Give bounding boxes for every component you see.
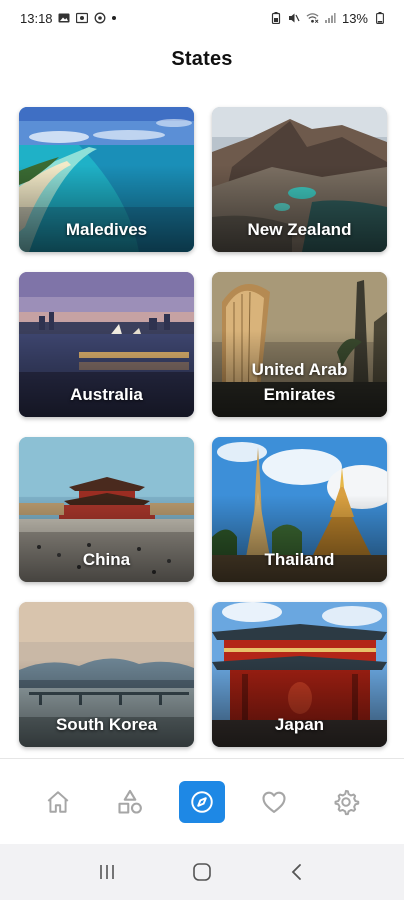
bottom-nav bbox=[0, 758, 404, 844]
nav-home[interactable] bbox=[35, 781, 81, 823]
nav-settings[interactable] bbox=[323, 781, 369, 823]
battery-icon bbox=[373, 12, 386, 25]
destination-card-china[interactable]: China bbox=[19, 437, 194, 582]
compass-icon bbox=[191, 790, 213, 813]
destination-name: South Korea bbox=[55, 715, 158, 734]
destination-name: Thailand bbox=[264, 550, 335, 569]
home-icon bbox=[47, 790, 69, 813]
home-button-icon bbox=[193, 863, 211, 881]
status-time: 13:18 bbox=[20, 10, 53, 26]
destination-name: Japan bbox=[274, 715, 325, 734]
shapes-icon bbox=[118, 789, 142, 814]
destination-card-new-zealand[interactable]: New Zealand bbox=[212, 107, 387, 252]
status-right: 13% bbox=[270, 11, 386, 26]
battery-percent: 13% bbox=[341, 10, 368, 26]
destination-card-thailand[interactable]: Thailand bbox=[212, 437, 387, 582]
recent-apps-icon bbox=[100, 865, 115, 879]
nav-favorites[interactable] bbox=[251, 781, 297, 823]
recent-apps-button[interactable] bbox=[87, 852, 127, 892]
dot-icon bbox=[111, 16, 116, 20]
status-left: 13:18 bbox=[20, 11, 116, 26]
destination-card-maledives[interactable]: Maledives bbox=[19, 107, 194, 252]
status-bar: 13:18 13% bbox=[0, 0, 404, 36]
destination-name: New Zealand bbox=[247, 220, 352, 239]
battery-saver-icon bbox=[270, 12, 283, 25]
home-button[interactable] bbox=[182, 852, 222, 892]
settings-icon bbox=[334, 789, 360, 815]
destination-name: Maledives bbox=[65, 220, 148, 239]
destination-card-japan[interactable]: Japan bbox=[212, 602, 387, 747]
destination-name: Australia bbox=[70, 385, 143, 404]
destination-card-australia[interactable]: Australia bbox=[19, 272, 194, 417]
media-icon bbox=[76, 12, 89, 25]
destination-name: China bbox=[82, 550, 131, 569]
destination-card-south-korea[interactable]: South Korea bbox=[19, 602, 194, 747]
page-title: States bbox=[171, 48, 233, 70]
destination-name: United Arab Emirates bbox=[251, 360, 348, 404]
back-icon bbox=[291, 864, 301, 880]
gallery-icon bbox=[58, 12, 71, 25]
system-nav-bar bbox=[0, 844, 404, 900]
nav-explore[interactable] bbox=[179, 780, 225, 823]
signal-icon bbox=[324, 12, 337, 25]
back-button[interactable] bbox=[277, 852, 317, 892]
sync-icon bbox=[94, 12, 107, 25]
destination-card-united-arab-emirates[interactable]: United Arab Emirates bbox=[212, 272, 387, 417]
destination-grid: Maledives New Zealand Australia United A… bbox=[19, 107, 387, 747]
heart-icon bbox=[262, 791, 286, 813]
mute-icon bbox=[288, 12, 301, 25]
wifi-icon bbox=[306, 12, 319, 25]
nav-categories[interactable] bbox=[107, 781, 153, 823]
